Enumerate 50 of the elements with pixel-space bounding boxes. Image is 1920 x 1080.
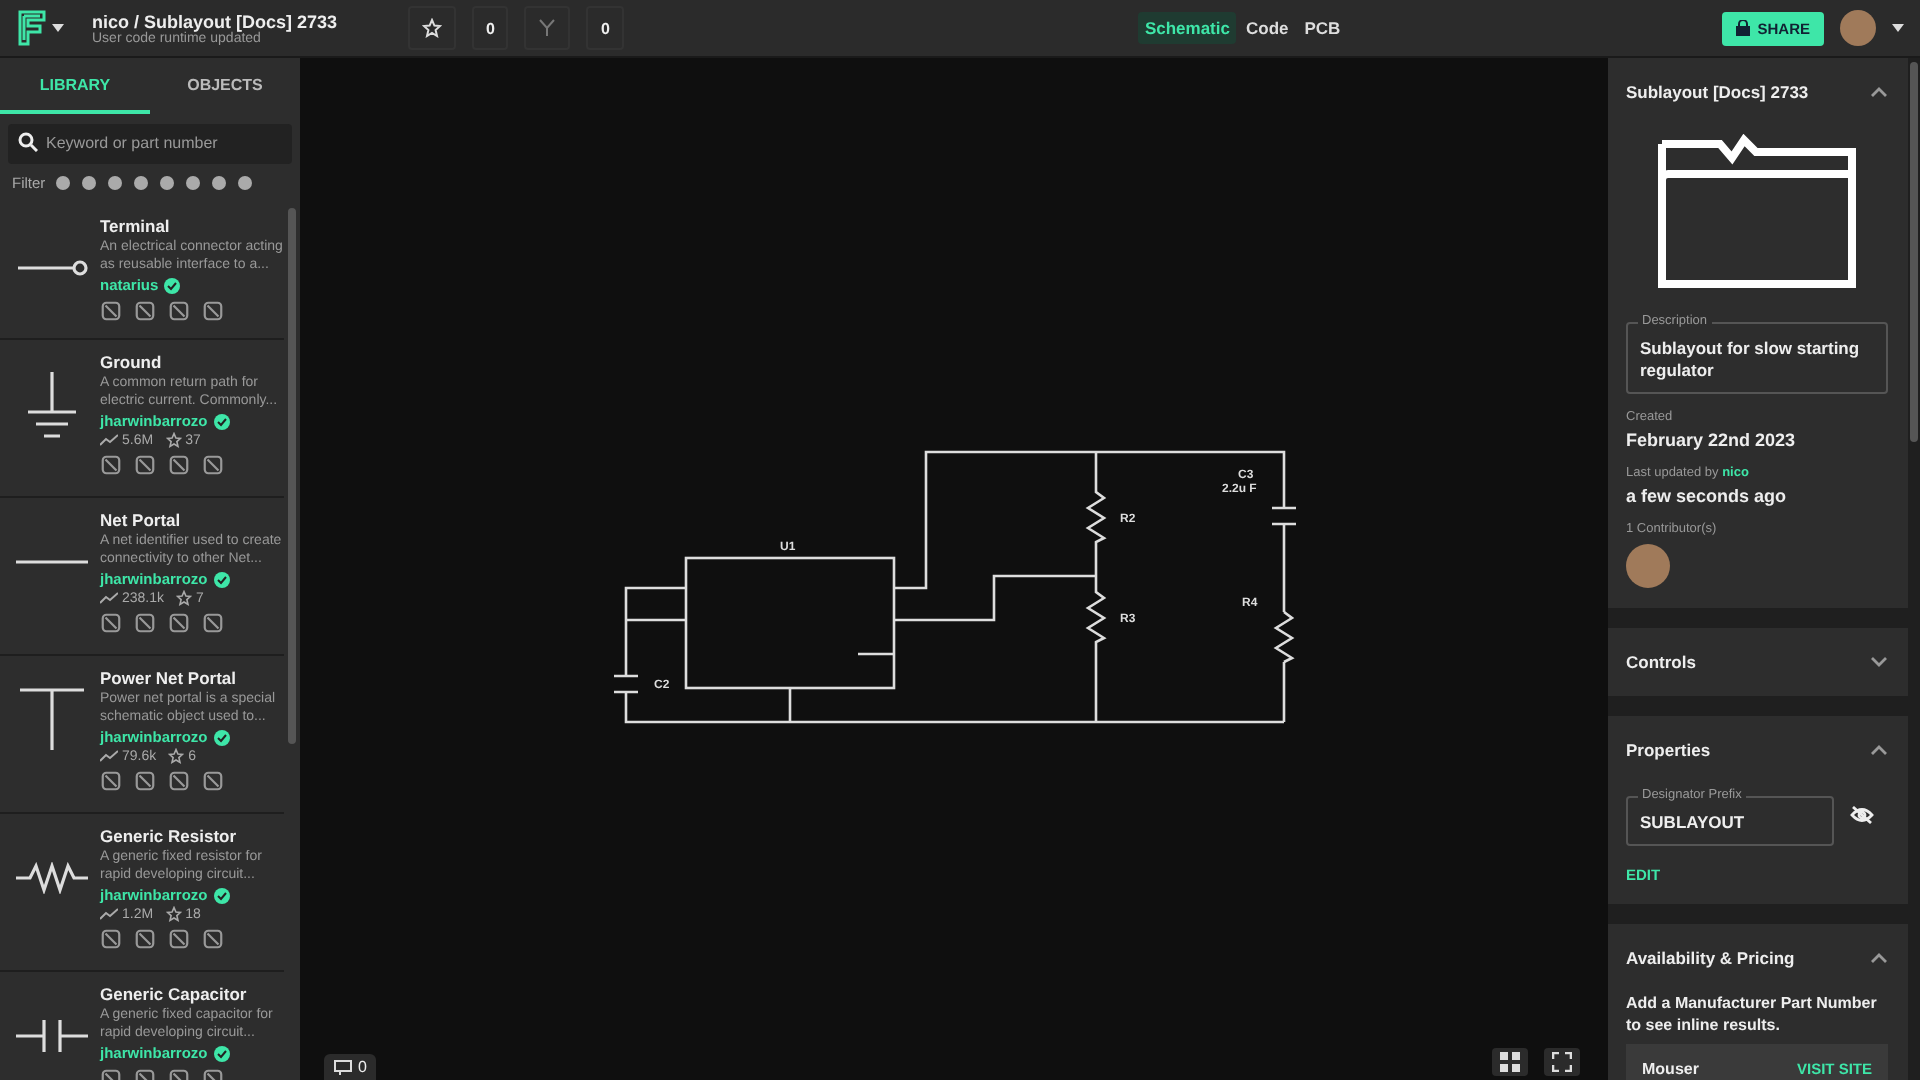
section-header[interactable]: Availability & Pricing [1626, 924, 1888, 992]
folder-icon [1655, 134, 1859, 290]
view-tab[interactable]: Schematic [1138, 12, 1236, 44]
resistor-symbol [14, 862, 90, 894]
fork-icon[interactable] [538, 18, 557, 38]
lock-icon [1735, 20, 1750, 36]
star-count: 0 [486, 19, 495, 37]
part-name[interactable]: Ground [100, 352, 284, 372]
trend-icon [100, 434, 118, 446]
net-symbol [14, 558, 90, 566]
view-tab[interactable]: PCB [1298, 12, 1347, 44]
scrollbar[interactable] [1910, 62, 1918, 442]
project-title: nico / Sublayout [Docs] 2733 [92, 11, 340, 31]
fullscreen-button[interactable] [1544, 1048, 1580, 1076]
vendor-name: Mouser [1642, 1060, 1699, 1078]
comment-count: 0 [358, 1058, 367, 1076]
trend-icon [100, 750, 118, 762]
created-date: February 22nd 2023 [1626, 430, 1798, 450]
library-tab[interactable]: OBJECTS [150, 58, 300, 114]
trend-icon [100, 908, 118, 920]
view-tab[interactable]: Code [1239, 12, 1295, 44]
part-name[interactable]: Generic Resistor [100, 826, 284, 846]
search-field[interactable]: Keyword or part number [8, 123, 292, 163]
trend-icon [100, 592, 118, 604]
avatar[interactable] [1840, 10, 1876, 46]
ground-symbol [26, 370, 78, 438]
search-icon [18, 132, 38, 152]
grid-button[interactable] [1492, 1048, 1528, 1076]
fullscreen-icon [1552, 1052, 1572, 1072]
capacitor-symbol [14, 1018, 90, 1054]
pricing-text: Add a Manufacturer Part Number to see inline results. [1626, 992, 1879, 1036]
contributor-avatar[interactable] [1626, 544, 1670, 588]
caret-icon[interactable] [52, 24, 64, 32]
updated-time: a few seconds ago [1626, 486, 1789, 506]
part-name[interactable]: Net Portal [100, 510, 284, 530]
power-symbol [18, 688, 86, 752]
fork-count: 0 [600, 19, 610, 37]
section-header[interactable]: Sublayout [Docs] 2733 [1626, 58, 1888, 126]
section-header[interactable]: Properties [1626, 716, 1888, 784]
logo-icon[interactable] [16, 10, 48, 46]
grid-icon [1500, 1052, 1520, 1072]
part-name[interactable]: Terminal [100, 216, 284, 236]
terminal-symbol [16, 260, 88, 276]
library-tab[interactable]: LIBRARY [0, 58, 150, 114]
part-name[interactable]: Generic Capacitor [100, 984, 284, 1004]
eye-off-icon[interactable] [1850, 806, 1874, 824]
comment-icon[interactable] [334, 1059, 352, 1075]
caret-icon[interactable] [1892, 24, 1904, 32]
part-name[interactable]: Power Net Portal [100, 668, 284, 688]
scrollbar[interactable] [288, 208, 296, 744]
